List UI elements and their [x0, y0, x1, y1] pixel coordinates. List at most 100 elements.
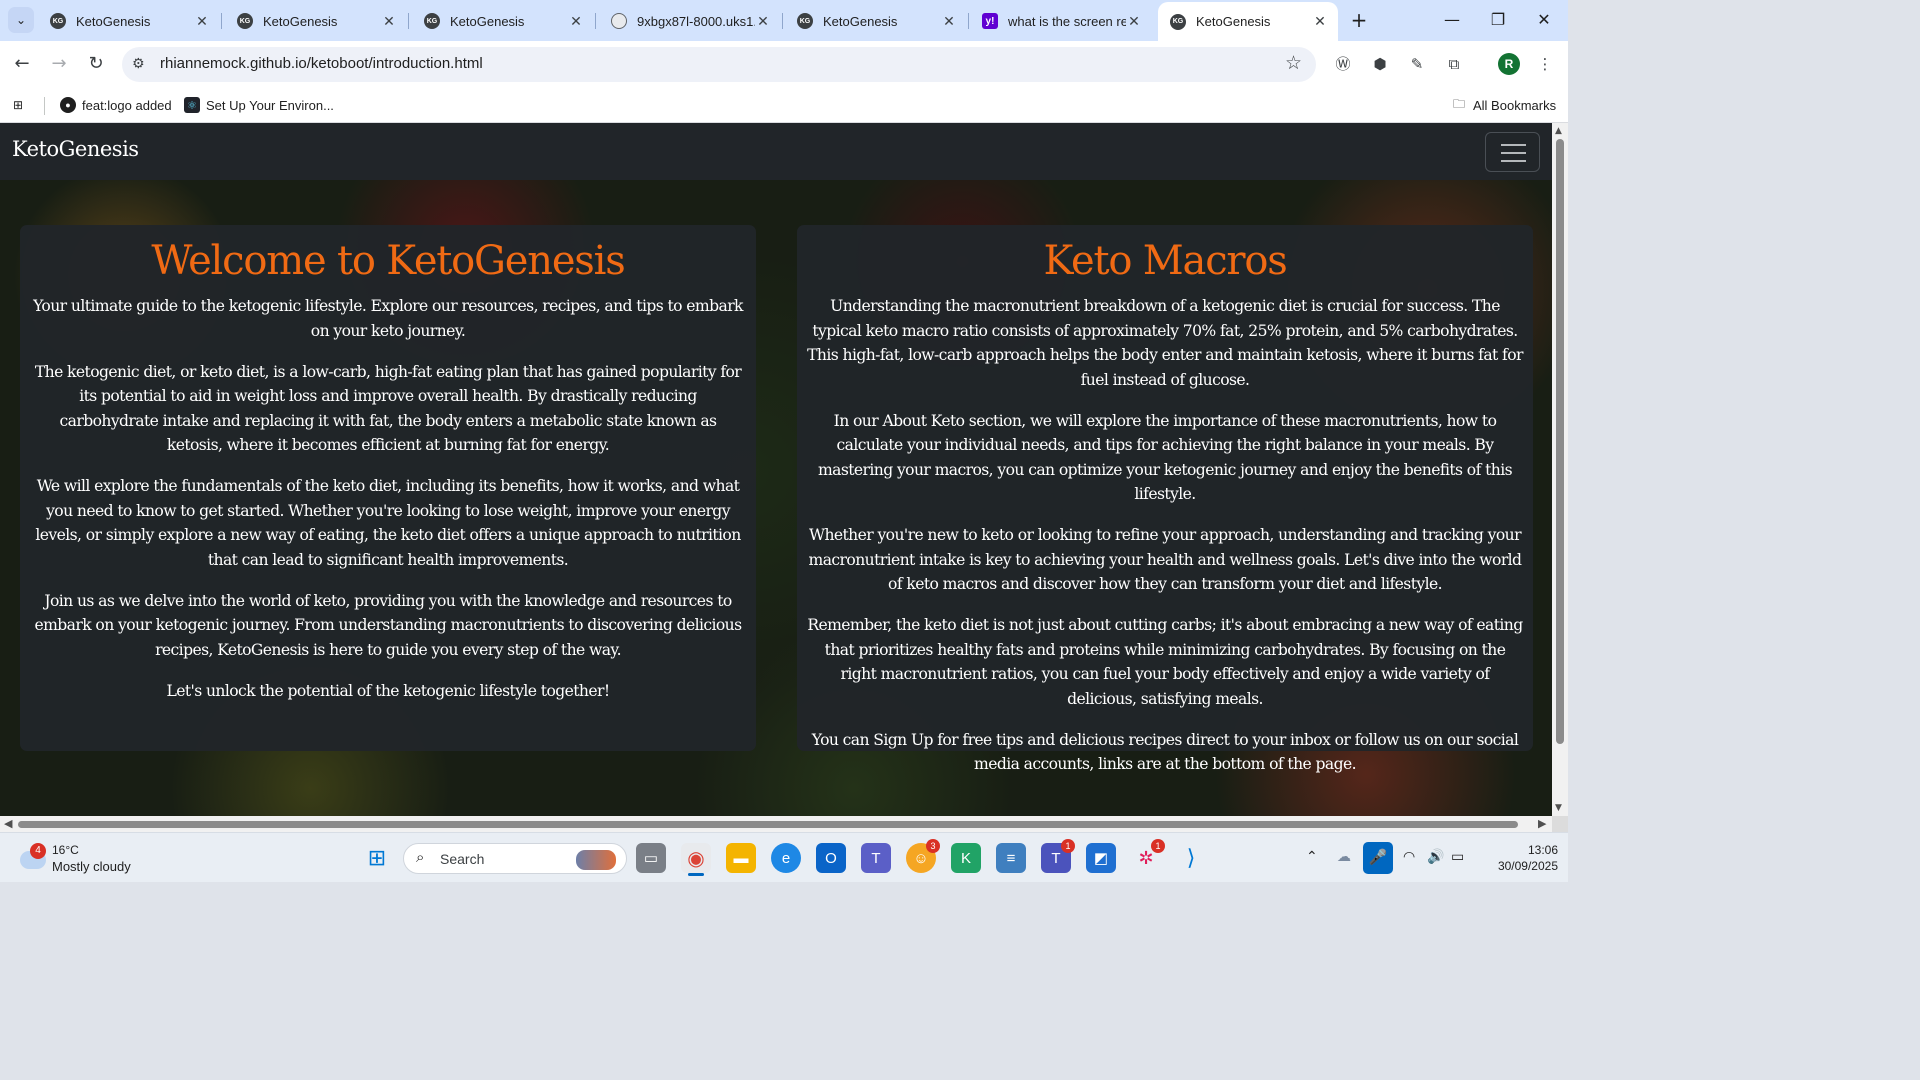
teams-icon[interactable]: T	[861, 843, 891, 873]
card-paragraph: In our About Keto section, we will explo…	[817, 411, 1513, 504]
bookmark-item[interactable]: ● feat:logo added	[60, 94, 172, 116]
tab-5[interactable]: KG KetoGenesis ✕	[785, 6, 967, 36]
card-paragraph: You can Sign Up for free tips and delici…	[811, 730, 1519, 774]
wifi-icon[interactable]: ◠	[1403, 848, 1415, 865]
teams-work-icon[interactable]: T1	[1041, 839, 1075, 873]
vertical-scroll-thumb[interactable]	[1556, 139, 1564, 744]
scroll-left-icon[interactable]: ◀	[4, 817, 12, 830]
clock-date: 30/09/2025	[1497, 859, 1558, 873]
tab-title: KetoGenesis	[450, 13, 525, 29]
card-paragraph: Join us as we delve into the world of ke…	[34, 591, 742, 659]
bookmark-item[interactable]: ⚛ Set Up Your Environ...	[184, 94, 334, 116]
all-bookmarks-button[interactable]: 🗀 All Bookmarks	[1451, 94, 1556, 116]
address-bar[interactable]: ⚙ rhiannemock.github.io/ketoboot/introdu…	[122, 47, 1316, 82]
close-icon[interactable]: ✕	[381, 13, 397, 30]
slack-icon[interactable]: ✲ 1	[1131, 839, 1165, 873]
tab-title: what is the screen re	[1008, 13, 1126, 29]
chrome-icon[interactable]: ◉	[681, 843, 711, 876]
tab-2[interactable]: KG KetoGenesis ✕	[225, 6, 407, 36]
horizontal-scrollbar[interactable]: ◀ ▶	[0, 816, 1552, 832]
weather-widget[interactable]: 4 16°C Mostly cloudy	[18, 841, 168, 877]
url-text[interactable]: rhiannemock.github.io/ketoboot/introduct…	[160, 55, 483, 72]
extensions-puzzle-icon[interactable]: ⧉	[1442, 52, 1466, 76]
tab-1[interactable]: KG KetoGenesis ✕	[38, 6, 220, 36]
volume-icon[interactable]: 🔊	[1427, 848, 1444, 865]
ketogenesis-favicon-icon: KG	[237, 13, 253, 29]
vertical-scrollbar[interactable]: ▲ ▼	[1552, 123, 1568, 816]
close-icon[interactable]: ✕	[1126, 13, 1142, 30]
tab-3[interactable]: KG KetoGenesis ✕	[412, 6, 594, 36]
apps-button[interactable]: ⊞	[10, 94, 32, 116]
site-brand-link[interactable]: KetoGenesis	[12, 137, 139, 161]
tab-title: KetoGenesis	[76, 13, 151, 29]
close-icon[interactable]: ✕	[1312, 13, 1328, 30]
back-button[interactable]: ←	[8, 50, 36, 78]
system-clock[interactable]: 13:06 30/09/2025	[1478, 842, 1558, 874]
close-window-button[interactable]: ✕	[1521, 0, 1567, 40]
reload-button[interactable]: ↻	[82, 50, 110, 78]
bookmark-label: feat:logo added	[82, 97, 172, 113]
eyedropper-extension-icon[interactable]: ✎	[1405, 52, 1429, 76]
forward-button[interactable]: →	[45, 50, 73, 78]
onedrive-cloud-icon[interactable]: ☁	[1337, 848, 1351, 865]
navbar-toggler-button[interactable]	[1485, 132, 1540, 172]
kotlin-icon[interactable]: K	[951, 843, 981, 873]
close-icon[interactable]: ✕	[568, 13, 584, 30]
weather-temperature: 16°C	[52, 843, 79, 857]
tab-active[interactable]: KG KetoGenesis ✕	[1158, 2, 1338, 41]
tab-title: KetoGenesis	[1196, 14, 1271, 29]
image-app-icon[interactable]: ◩	[1086, 843, 1116, 873]
wordpress-extension-icon[interactable]: Ⓦ	[1331, 52, 1355, 76]
shield-extension-icon[interactable]: ⬢	[1368, 52, 1392, 76]
horizontal-scroll-thumb[interactable]	[18, 821, 1518, 828]
all-bookmarks-label: All Bookmarks	[1473, 97, 1557, 113]
restore-button[interactable]: ❐	[1475, 0, 1521, 40]
scroll-down-icon[interactable]: ▼	[1555, 803, 1562, 813]
taskbar-search[interactable]: ⌕ Search	[403, 843, 627, 874]
site-info-icon[interactable]: ⚙	[132, 56, 145, 72]
battery-icon[interactable]: ▭	[1451, 848, 1464, 865]
discord-icon[interactable]: ☺ 3	[906, 839, 940, 873]
notification-badge: 1	[1061, 839, 1075, 853]
folder-icon: 🗀	[1452, 96, 1465, 111]
page-viewport: KetoGenesis Welcome to KetoGenesis Your …	[0, 123, 1552, 816]
task-view-icon[interactable]: ▭	[636, 843, 666, 873]
arrow-left-icon: ←	[14, 53, 30, 74]
file-explorer-icon[interactable]: ▬	[726, 843, 756, 873]
bookmark-label: Set Up Your Environ...	[206, 97, 334, 113]
minimize-button[interactable]: —	[1429, 0, 1475, 40]
welcome-heading: Welcome to KetoGenesis	[151, 238, 625, 284]
scroll-up-icon[interactable]: ▲	[1555, 126, 1562, 136]
arrow-right-icon: →	[51, 53, 67, 74]
vscode-icon[interactable]: ⟩	[1176, 843, 1206, 873]
search-label: Search	[440, 851, 485, 867]
tab-6[interactable]: y! what is the screen re ✕	[970, 6, 1152, 36]
ketogenesis-favicon-icon: KG	[1170, 13, 1186, 30]
globe-icon	[611, 13, 627, 29]
close-icon[interactable]: ✕	[194, 13, 210, 30]
hamburger-menu-icon	[1501, 144, 1526, 146]
chevron-up-icon[interactable]: ⌃	[1306, 848, 1318, 865]
keto-macros-card: Keto Macros Understanding the macronutri…	[797, 225, 1533, 773]
close-icon[interactable]: ✕	[755, 13, 771, 30]
new-tab-button[interactable]: +	[1346, 7, 1372, 33]
react-icon: ⚛	[184, 97, 200, 113]
tab-4[interactable]: 9xbgx87l-8000.uks1.d ✕	[599, 6, 781, 36]
scroll-right-icon[interactable]: ▶	[1538, 817, 1546, 830]
microphone-icon[interactable]: 🎤	[1363, 842, 1393, 874]
tab-search-button[interactable]: ⌄	[8, 7, 34, 33]
restore-icon: ❐	[1490, 10, 1506, 29]
bookmark-star-icon[interactable]: ☆	[1285, 52, 1302, 74]
menu-kebab-icon[interactable]: ⋮	[1533, 52, 1557, 76]
weather-description: Mostly cloudy	[52, 859, 131, 874]
start-button[interactable]: ⊞	[362, 843, 392, 873]
profile-avatar[interactable]: R	[1498, 53, 1520, 75]
notepad-icon[interactable]: ≡	[996, 843, 1026, 873]
plus-icon: +	[1350, 8, 1368, 32]
windows-logo-icon: ⊞	[367, 845, 387, 870]
outlook-icon[interactable]: O	[816, 843, 846, 873]
edge-icon[interactable]: e	[771, 843, 801, 873]
card-paragraph: Remember, the keto diet is not just abou…	[807, 616, 1523, 708]
close-icon[interactable]: ✕	[941, 13, 957, 30]
tab-title: KetoGenesis	[263, 13, 338, 29]
